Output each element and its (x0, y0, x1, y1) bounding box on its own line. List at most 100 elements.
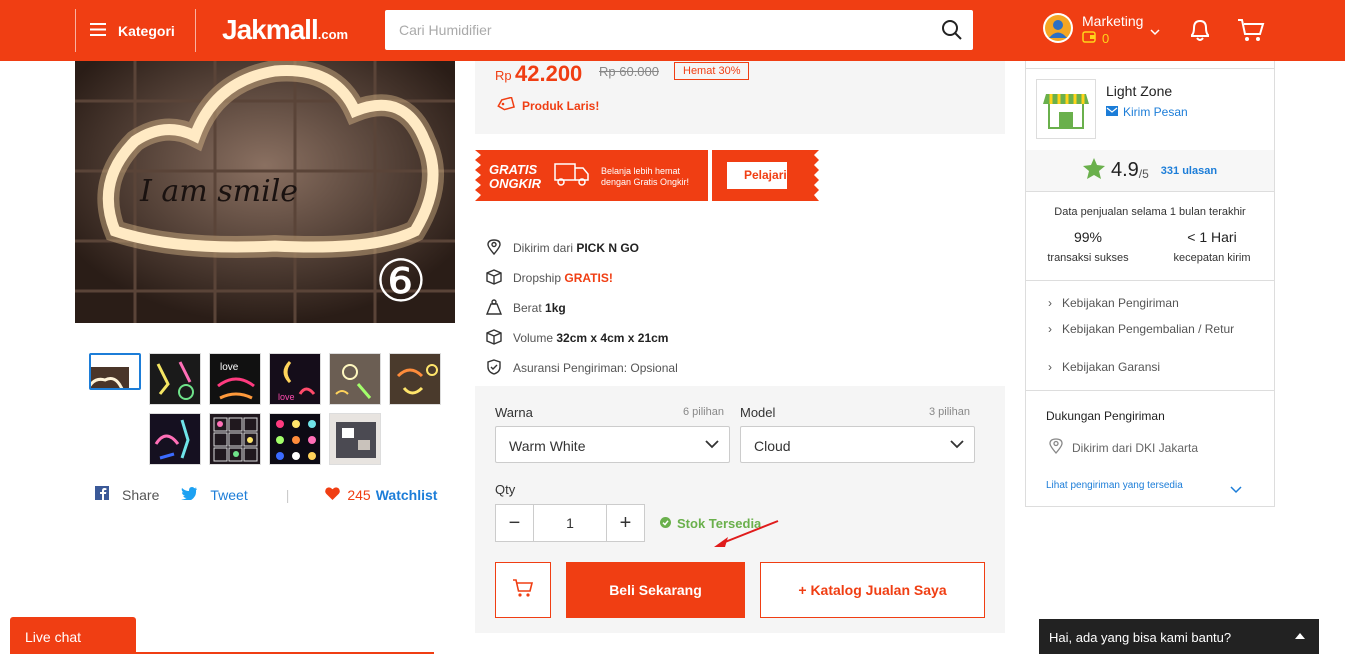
add-to-catalog-button[interactable]: + Katalog Jualan Saya (760, 562, 985, 618)
price-box: Rp 42.200 Rp 60.000 Hemat 30% Produk Lar… (475, 61, 1005, 134)
bestseller-label: Produk Laris! (497, 96, 600, 114)
free-shipping-banner[interactable]: GRATIS ONGKIR Belanja lebih hemat dengan… (475, 150, 820, 201)
top-header: Kategori Jakmall.com Marketing 0 (0, 0, 1345, 61)
variant2-count: 3 pilihan (929, 406, 970, 418)
divider: | (285, 486, 290, 503)
annotation-arrow-icon (714, 520, 779, 547)
quantity-stepper: − 1 + (495, 504, 645, 542)
variant2-label: Model (740, 405, 776, 420)
caret-up-icon (1295, 633, 1305, 639)
hamburger-icon (90, 22, 106, 39)
chevron-down-icon[interactable] (1150, 23, 1160, 41)
detail-insurance: Asuransi Pengiriman: Opsional (485, 353, 678, 383)
search-icon[interactable] (941, 19, 963, 46)
heart-icon[interactable] (325, 486, 341, 503)
thumbnail-6[interactable] (389, 353, 441, 405)
model-select[interactable]: Cloud (740, 426, 975, 463)
policy-label: Kebijakan Pengiriman (1062, 296, 1179, 310)
thumbnail-7[interactable] (149, 413, 201, 465)
category-menu-button[interactable]: Kategori (75, 9, 196, 52)
chevron-down-icon[interactable] (1230, 481, 1242, 499)
detail-label: Dropship (513, 271, 562, 285)
product-main-image[interactable]: I am smile ⑥ (75, 61, 455, 323)
thumbnail-8[interactable] (209, 413, 261, 465)
old-price: Rp 60.000 (599, 64, 659, 79)
sales-stats: Data penjualan selama 1 bulan terakhir 9… (1026, 192, 1274, 281)
detail-value: GRATIS! (564, 271, 613, 285)
cart-icon (512, 578, 534, 603)
check-circle-icon (660, 516, 671, 531)
seller-name[interactable]: Light Zone (1106, 83, 1172, 99)
wallet-icon (1082, 31, 1096, 46)
policy-list: › Kebijakan Pengiriman › Kebijakan Pengemb… (1026, 281, 1274, 391)
discount-badge: Hemat 30% (674, 62, 750, 80)
thumbnail-2[interactable] (149, 353, 201, 405)
thumbnail-1[interactable] (89, 353, 141, 390)
svg-text:love: love (278, 392, 295, 402)
detail-weight: Berat 1kg (485, 293, 678, 323)
buy-now-button[interactable]: Beli Sekarang (566, 562, 745, 618)
thumbnail-3[interactable]: love (209, 353, 261, 405)
thumbnail-4[interactable]: love (269, 353, 321, 405)
social-actions: Share Tweet | 245 Watchlist (95, 486, 455, 503)
detail-value: PICK N GO (576, 241, 640, 255)
policy-label: Kebijakan Pengembalian / Retur (1062, 322, 1235, 336)
variant1-count: 6 pilihan (683, 406, 724, 418)
decrease-button[interactable]: − (496, 505, 533, 541)
banner-line1: GRATIS (489, 162, 537, 177)
policy-shipping[interactable]: › Kebijakan Pengiriman (1048, 296, 1179, 310)
watch-count: 245 (347, 486, 371, 503)
variant1-label: Warna (495, 405, 533, 420)
send-message-link[interactable]: Kirim Pesan (1106, 105, 1188, 119)
increase-button[interactable]: + (607, 505, 644, 541)
color-select-value: Warm White (509, 438, 586, 454)
tweet-link[interactable]: Tweet (210, 487, 247, 503)
bestseller-text: Produk Laris! (522, 98, 600, 113)
chevron-right-icon: › (1048, 360, 1052, 374)
thumbnail-9[interactable] (269, 413, 321, 465)
detail-shipping-from: Dikirim dari PICK N GO (485, 233, 678, 263)
detail-label: Dikirim dari (513, 241, 573, 255)
reviews-link[interactable]: 331 ulasan (1161, 165, 1217, 177)
purchase-box: Warna 6 pilihan Warm White Model 3 pilih… (475, 386, 1005, 633)
cube-icon (485, 328, 503, 349)
thumbnail-10[interactable] (329, 413, 381, 465)
user-account-menu[interactable]: Marketing 0 (1043, 13, 1143, 46)
shipping-options-link[interactable]: Lihat pengiriman yang tersedia (1046, 480, 1183, 491)
jakmall-logo[interactable]: Jakmall.com (222, 14, 348, 51)
twitter-icon[interactable] (181, 486, 198, 503)
shipping-support: Dukungan Pengiriman Dikirim dari DKI Jak… (1026, 391, 1274, 506)
policy-warranty[interactable]: › Kebijakan Garansi (1048, 360, 1160, 374)
search-bar (385, 10, 973, 50)
shipping-support-title: Dukungan Pengiriman (1046, 409, 1165, 423)
store-icon[interactable] (1036, 79, 1096, 139)
share-link[interactable]: Share (122, 487, 159, 503)
currency-label: Rp (495, 68, 512, 83)
detail-label: Asuransi Pengiriman: Opsional (513, 361, 678, 375)
success-label: transaksi sukses (1047, 252, 1129, 264)
search-input[interactable] (385, 10, 925, 50)
color-select[interactable]: Warm White (495, 426, 730, 463)
banner-line2: ONGKIR (489, 176, 542, 191)
seller-panel: Light Zone Kirim Pesan 4.9/5 331 ulasan … (1025, 61, 1275, 507)
message-icon (1106, 105, 1118, 119)
logo-suffix: .com (317, 27, 349, 42)
stats-title: Data penjualan selama 1 bulan terakhir (1054, 206, 1246, 218)
watchlist-link[interactable]: Watchlist (376, 487, 438, 503)
location-pin-icon (1048, 437, 1064, 458)
thumbnail-5[interactable] (329, 353, 381, 405)
live-chat-button[interactable]: Live chat (10, 617, 136, 654)
help-chat-widget[interactable]: Hai, ada yang bisa kami bantu? (1039, 619, 1319, 654)
policy-label: Kebijakan Garansi (1062, 360, 1161, 374)
policy-return[interactable]: › Kebijakan Pengembalian / Retur (1048, 322, 1248, 336)
add-to-cart-button[interactable] (495, 562, 551, 618)
shipping-origin: Dikirim dari DKI Jakarta (1048, 437, 1198, 458)
location-pin-icon (485, 238, 503, 259)
cart-icon[interactable] (1237, 17, 1265, 48)
facebook-icon[interactable] (95, 486, 109, 503)
banner-desc2: dengan Gratis Ongkir! (601, 177, 689, 187)
detail-label: Volume (513, 331, 554, 345)
bell-icon[interactable] (1187, 17, 1213, 48)
quantity-input[interactable]: 1 (533, 505, 607, 541)
detail-label: Berat (513, 301, 542, 315)
